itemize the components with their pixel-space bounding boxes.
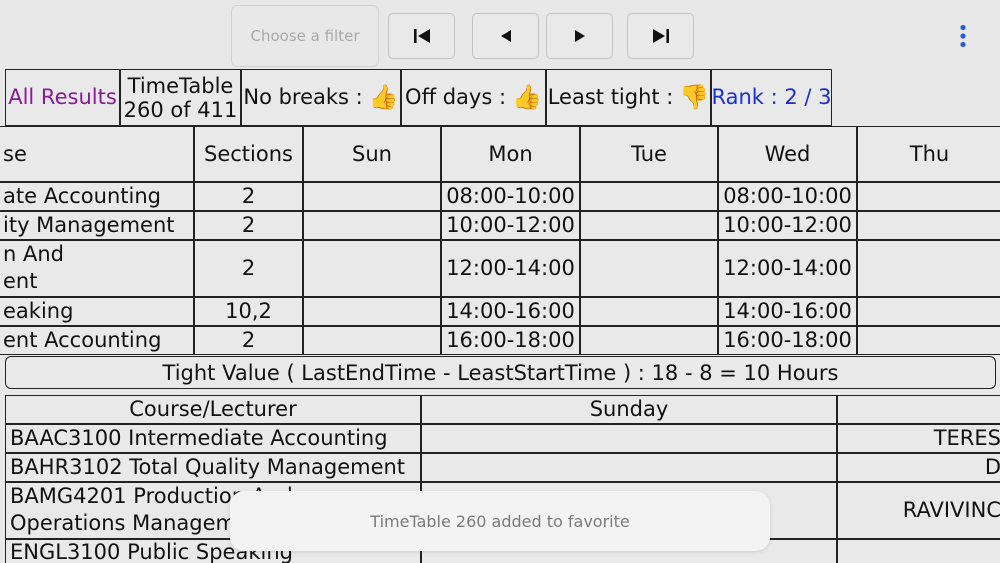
all-results-button[interactable]: All Results [5, 69, 120, 126]
course-cell: ate Accounting [0, 182, 194, 211]
course-cell: n And ent [0, 240, 194, 297]
tight-value-bar: Tight Value ( LastEndTime - LeastStartTi… [5, 356, 996, 389]
wed-cell: 14:00-16:00 [718, 297, 857, 326]
tue-cell [580, 182, 718, 211]
timetable-counter: TimeTable 260 of 411 [120, 69, 241, 126]
thumbs-up-icon: 👍 [368, 82, 399, 111]
least-tight-indicator: Least tight : 👎 [546, 69, 711, 126]
timetable-count: 260 of 411 [123, 97, 238, 122]
sections-cell: 10,2 [194, 297, 303, 326]
filter-select[interactable]: Choose a filter [231, 5, 379, 67]
sun-cell [303, 297, 441, 326]
thu-cell [857, 326, 1000, 355]
first-page-button[interactable] [388, 13, 455, 59]
tight-value-text: Tight Value ( LastEndTime - LeastStartTi… [162, 360, 839, 385]
col-header-thu: Thu [857, 126, 1000, 182]
sections-cell: 2 [194, 182, 303, 211]
tue-cell [580, 297, 718, 326]
next-button[interactable] [546, 13, 613, 59]
lecturer-course-cell: BAHR3102 Total Quality Management [5, 453, 421, 482]
no-breaks-label: No breaks : [243, 85, 363, 110]
mon-cell: 08:00-10:00 [441, 182, 580, 211]
course-cell: eaking [0, 297, 194, 326]
sections-cell: 2 [194, 326, 303, 355]
previous-icon [500, 30, 511, 42]
thu-cell [857, 211, 1000, 240]
col-header-next-day [837, 395, 1000, 424]
lecturer-next-cell: D [837, 453, 1000, 482]
mon-cell: 14:00-16:00 [441, 297, 580, 326]
toast-message: TimeTable 260 added to favorite [370, 511, 630, 531]
lecturer-next-cell [837, 539, 1000, 563]
previous-button[interactable] [472, 13, 539, 59]
first-page-icon [413, 29, 430, 43]
all-results-label: All Results [8, 85, 117, 110]
thumbs-up-icon: 👍 [512, 82, 542, 111]
lecturer-sunday-cell [421, 453, 837, 482]
sun-cell [303, 211, 441, 240]
thu-cell [857, 297, 1000, 326]
col-header-sun: Sun [303, 126, 441, 182]
col-header-course: se [0, 126, 194, 182]
more-menu-button[interactable] [950, 22, 976, 50]
course-cell: ent Accounting [0, 326, 194, 355]
sun-cell [303, 326, 441, 355]
no-breaks-indicator: No breaks : 👍 [241, 69, 401, 126]
tue-cell [580, 326, 718, 355]
mon-cell: 16:00-18:00 [441, 326, 580, 355]
last-page-icon [652, 29, 669, 43]
lecturer-sunday-cell [421, 424, 837, 453]
filter-placeholder: Choose a filter [250, 27, 360, 45]
col-header-sections: Sections [194, 126, 303, 182]
timetable-label: TimeTable [127, 73, 234, 98]
wed-cell: 12:00-14:00 [718, 240, 857, 297]
wed-cell: 10:00-12:00 [718, 211, 857, 240]
thu-cell [857, 182, 1000, 211]
col-header-mon: Mon [441, 126, 580, 182]
tue-cell [580, 211, 718, 240]
off-days-label: Off days : [405, 85, 507, 110]
last-page-button[interactable] [627, 13, 694, 59]
more-vertical-icon [960, 24, 966, 48]
sun-cell [303, 240, 441, 297]
next-icon [574, 30, 585, 42]
rank-button[interactable]: Rank : 2 / 3 [711, 69, 832, 126]
least-tight-label: Least tight : [547, 85, 674, 110]
col-header-tue: Tue [580, 126, 718, 182]
course-cell: ity Management [0, 211, 194, 240]
wed-cell: 08:00-10:00 [718, 182, 857, 211]
sections-cell: 2 [194, 240, 303, 297]
col-header-course-lecturer: Course/Lecturer [5, 395, 421, 424]
mon-cell: 10:00-12:00 [441, 211, 580, 240]
col-header-wed: Wed [718, 126, 857, 182]
sun-cell [303, 182, 441, 211]
sections-cell: 2 [194, 211, 303, 240]
lecturer-course-cell: BAAC3100 Intermediate Accounting [5, 424, 421, 453]
off-days-indicator: Off days : 👍 [401, 69, 546, 126]
lecturer-next-cell: TERES [837, 424, 1000, 453]
col-header-sunday: Sunday [421, 395, 837, 424]
tue-cell [580, 240, 718, 297]
thu-cell [857, 240, 1000, 297]
mon-cell: 12:00-14:00 [441, 240, 580, 297]
wed-cell: 16:00-18:00 [718, 326, 857, 355]
lecturer-next-cell: RAVIVINC [837, 482, 1000, 539]
rank-label: Rank : 2 / 3 [711, 85, 832, 110]
thumbs-down-icon: 👎 [679, 82, 710, 111]
favorite-toast: TimeTable 260 added to favorite [230, 491, 770, 551]
